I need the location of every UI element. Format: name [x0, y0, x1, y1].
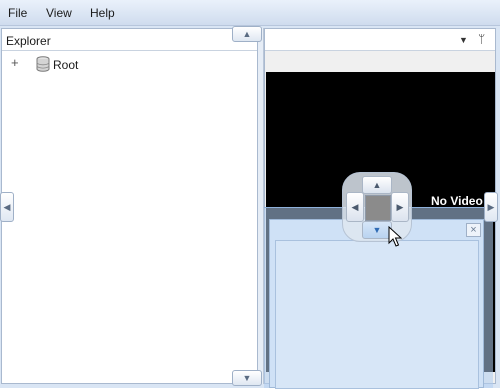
dock-guide-right[interactable]: ▶ [484, 192, 498, 222]
database-icon [36, 56, 50, 72]
explorer-title: Explorer [6, 34, 51, 48]
pane-dropdown-icon[interactable]: ▼ [459, 35, 468, 45]
no-video-label: No Video [431, 194, 483, 208]
dock-guide-bottom[interactable]: ▼ [232, 370, 262, 386]
arrow-left-icon: ◀ [351, 201, 359, 212]
mouse-cursor-icon [388, 226, 402, 247]
arrow-down-icon: ▼ [242, 373, 252, 383]
menu-help[interactable]: Help [90, 6, 115, 20]
video-pane-header[interactable]: ▼ ᛘ [265, 29, 495, 51]
explorer-header[interactable]: Explorer [2, 29, 257, 51]
arrow-up-icon: ▲ [242, 29, 252, 39]
floating-window[interactable]: × [269, 219, 484, 389]
pin-icon[interactable]: ᛘ [478, 32, 485, 46]
dock-compass-center[interactable] [365, 195, 391, 221]
menu-file[interactable]: File [8, 6, 27, 20]
dock-guide-top[interactable]: ▲ [232, 26, 262, 42]
arrow-right-icon: ▶ [487, 201, 495, 212]
dock-compass-top[interactable]: ▲ [362, 176, 392, 194]
arrow-down-icon: ▼ [372, 225, 382, 235]
dock-compass-right[interactable]: ▶ [391, 192, 409, 222]
dock-guide-left[interactable]: ◀ [0, 192, 14, 222]
dock-compass-left[interactable]: ◀ [346, 192, 364, 222]
tree-item-root[interactable]: Root [53, 58, 78, 72]
floating-window-content [275, 240, 479, 389]
menu-bar: File View Help [0, 0, 500, 26]
tree-expand-icon[interactable]: + [11, 56, 19, 69]
arrow-right-icon: ▶ [396, 201, 404, 212]
explorer-pane: Explorer + Root [1, 28, 258, 384]
menu-view[interactable]: View [46, 6, 72, 20]
arrow-left-icon: ◀ [3, 201, 11, 212]
close-icon[interactable]: × [466, 223, 481, 237]
arrow-up-icon: ▲ [372, 180, 382, 190]
